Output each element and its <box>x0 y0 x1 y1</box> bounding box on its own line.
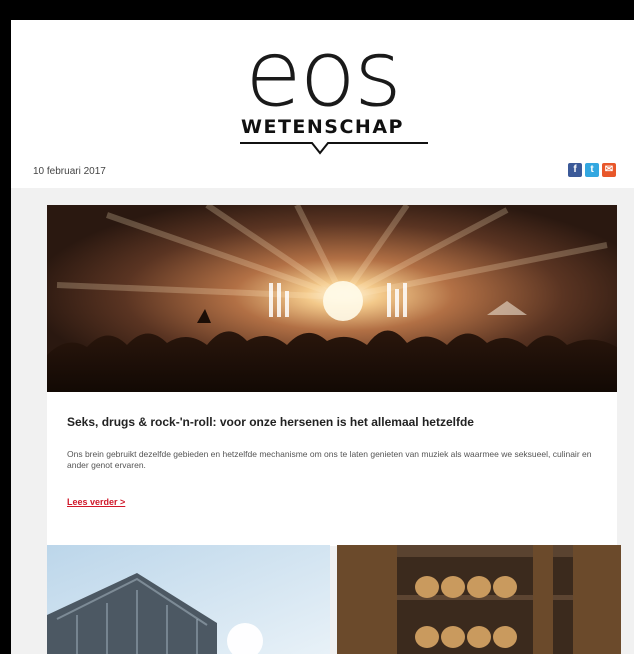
logo-word: eos <box>245 20 402 127</box>
social-share-bar: f t ✉ <box>568 163 616 177</box>
twitter-icon[interactable]: t <box>585 163 599 177</box>
issue-date: 10 februari 2017 <box>33 166 106 177</box>
logo-speech-line <box>240 142 428 155</box>
newsletter-frame: eos WETENSCHAP 10 februari 2017 f t ✉ Se… <box>11 20 634 654</box>
greenhouse-thumbnail[interactable] <box>47 545 330 654</box>
article-description: Ons brein gebruikt dezelfde gebieden en … <box>67 449 592 470</box>
read-more-link[interactable]: Lees verder > <box>67 497 125 507</box>
featured-article-card: Seks, drugs & rock-'n-roll: voor onze he… <box>47 205 617 546</box>
mail-icon[interactable]: ✉ <box>602 163 616 177</box>
eos-logo[interactable]: eos WETENSCHAP <box>11 20 634 170</box>
concert-hero-image[interactable] <box>47 205 617 392</box>
facebook-icon[interactable]: f <box>568 163 582 177</box>
barrels-thumbnail[interactable] <box>337 545 621 654</box>
article-title[interactable]: Seks, drugs & rock-'n-roll: voor onze he… <box>67 415 607 429</box>
